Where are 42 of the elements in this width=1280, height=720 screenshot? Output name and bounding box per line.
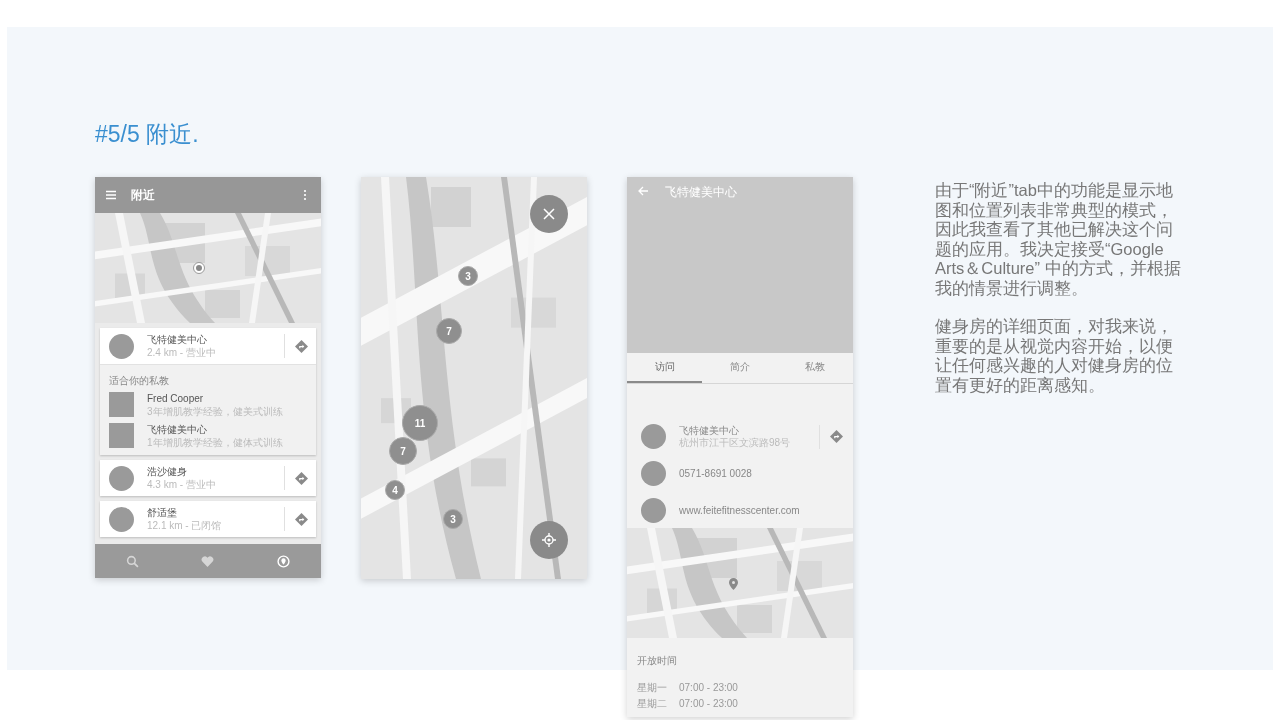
trainer-name: Fred Cooper bbox=[147, 391, 205, 405]
map-pin-icon bbox=[729, 578, 738, 590]
search-icon[interactable] bbox=[126, 554, 140, 568]
contact-text: 飞特健美中心 bbox=[679, 424, 740, 437]
crosshair-icon bbox=[542, 533, 556, 547]
opening-hours: 07:00 - 23:00 bbox=[679, 681, 738, 695]
tab[interactable]: 访问 bbox=[627, 353, 703, 383]
back-icon[interactable] bbox=[637, 185, 649, 197]
opening-hours: 07:00 - 23:00 bbox=[679, 697, 738, 711]
trainer-photo bbox=[109, 423, 134, 448]
tab[interactable]: 简介 bbox=[702, 353, 778, 383]
contact-circle bbox=[641, 461, 666, 486]
avatar bbox=[109, 333, 134, 359]
directions-icon[interactable] bbox=[295, 339, 308, 353]
avatar bbox=[109, 465, 134, 491]
directions-icon[interactable] bbox=[295, 512, 308, 526]
place-name: 浩沙健身 bbox=[147, 465, 188, 478]
description-paragraph: 健身房的详细页面，对我来说，重要的是从视觉内容开始，以便让任何感兴趣的人对健身房的位置有更好的距离感知。 bbox=[935, 317, 1174, 395]
trainer-name: 飞特健美中心 bbox=[147, 422, 208, 436]
trainer-photo bbox=[109, 392, 134, 417]
description-paragraph: 由于“附近”tab中的功能是显示地图和位置列表非常典型的模式，因此我查看了其他已解决这个问题的应用。我决定接受“Google Arts＆Culture” 中的方式，并根据我的情景进行调整。 bbox=[935, 181, 1182, 298]
close-icon bbox=[542, 207, 556, 221]
menu-icon[interactable] bbox=[105, 189, 117, 201]
contact-circle bbox=[641, 424, 666, 449]
tab[interactable]: 私教 bbox=[777, 353, 853, 383]
contact-text: www.feitefitnesscenter.com bbox=[679, 504, 801, 517]
heart-icon[interactable] bbox=[201, 554, 215, 568]
directions-icon[interactable] bbox=[295, 471, 308, 485]
place-name: 舒适堡 bbox=[147, 506, 178, 519]
place-name: 飞特健美中心 bbox=[147, 333, 208, 346]
directions-icon[interactable] bbox=[830, 430, 843, 443]
section-label: 适合你的私教 bbox=[109, 374, 169, 388]
contact-circle bbox=[641, 498, 666, 523]
avatar bbox=[109, 506, 134, 532]
place-distance: 12.1 km - 已闭馆 bbox=[147, 519, 223, 532]
page-heading: #5/5 附近. bbox=[95, 120, 200, 149]
screen-title: 附近 bbox=[131, 186, 156, 204]
contact-text: 0571-8691 0028 bbox=[679, 467, 753, 480]
location-dot-icon bbox=[193, 262, 205, 274]
place-card[interactable]: 舒适堡 12.1 km - 已闭馆 bbox=[100, 501, 316, 537]
location-pin-icon[interactable] bbox=[276, 554, 290, 568]
section-label: 开放时间 bbox=[637, 654, 677, 668]
